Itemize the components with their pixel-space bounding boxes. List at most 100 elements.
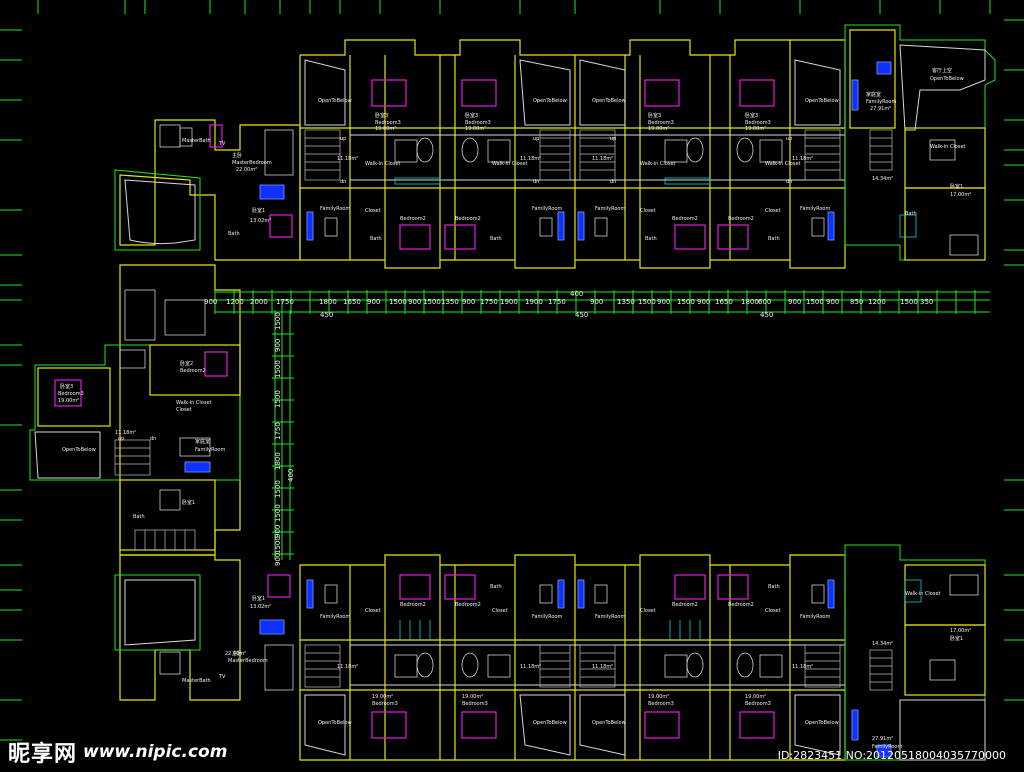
room-label: 19.00m² [372, 694, 393, 700]
dim-label: 900 [408, 298, 421, 306]
dim-label: 900 [788, 298, 801, 306]
room-label: 17.00m² [950, 192, 971, 198]
room-label: OpenToBelow [533, 720, 567, 726]
dim-total: 400 [287, 469, 295, 482]
room-label: MasterBath [182, 678, 211, 684]
room-label: OpenToBelow [318, 720, 352, 726]
room-label: MasterBedroom [228, 658, 268, 664]
room-label: Walk-in Closet [930, 144, 966, 150]
room-label: MasterBedroom [232, 160, 272, 166]
room-label: Bedroom3 [648, 701, 674, 707]
dim-label: 1750 [548, 298, 566, 306]
room-label: Bedroom2 [672, 602, 698, 608]
room-label: Bedroom2 [728, 602, 754, 608]
room-label: 卧室1 [950, 635, 963, 642]
dim-label: 1500 [900, 298, 918, 306]
room-label: 19.00m² [745, 126, 766, 132]
dim-label: 850 [850, 298, 863, 306]
room-label: up [610, 136, 616, 142]
room-label: 家庭室 [866, 91, 881, 98]
room-label: Walk-in Closet [365, 161, 401, 167]
room-label: Closet [765, 208, 781, 214]
room-label: Walk-in Closet [492, 161, 528, 167]
dim-label: 900 [274, 525, 282, 538]
room-label: Bedroom2 [455, 602, 481, 608]
room-label: Bedroom3 [462, 701, 488, 707]
room-label: 22.00m² [236, 167, 257, 173]
dim-label: 1200 [868, 298, 886, 306]
dim-total: 450 [320, 311, 333, 319]
room-label: up [118, 436, 124, 442]
room-label: dn [340, 179, 346, 185]
room-label: 14.34m² [872, 176, 893, 182]
dim-label: 1500 [677, 298, 695, 306]
room-label: MasterBath [182, 138, 211, 144]
dim-label: 1500 [274, 504, 282, 522]
room-label: 14.34m² [872, 641, 893, 647]
room-label: 19.00m² [58, 398, 79, 404]
dim-label: 900 [697, 298, 710, 306]
room-label: Closet [492, 608, 508, 614]
room-label: FamilyRoom [866, 99, 896, 105]
room-label: 11.18m² [792, 664, 813, 670]
dim-label: 1500 [274, 312, 282, 330]
dim-label: 1900 [525, 298, 543, 306]
image-id-label: ID:2823451 NO:20120518004035770000 [777, 749, 1006, 762]
room-label: dn [533, 179, 539, 185]
room-label: 卧室1 [252, 595, 265, 602]
room-label: FamilyRoom [320, 206, 350, 212]
dim-label: 1750 [274, 422, 282, 440]
room-label: Bath [905, 211, 917, 217]
room-label: Closet [640, 608, 656, 614]
dim-label: 900 [274, 553, 282, 566]
room-label: Bath [490, 236, 502, 242]
dim-label: 1750 [276, 298, 294, 306]
dim-label: 1350 [617, 298, 635, 306]
room-label: OpenToBelow [62, 447, 96, 453]
room-label: TV [218, 141, 226, 147]
room-label: Bedroom3 [372, 701, 398, 707]
dim-label: 900 [590, 298, 603, 306]
dim-label: 1900 [500, 298, 518, 306]
room-label: 卧室3 [745, 112, 758, 119]
room-label: TV [218, 674, 226, 680]
dim-label: 1800 [319, 298, 337, 306]
room-label: OpenToBelow [592, 720, 626, 726]
room-label: 11.18m² [592, 664, 613, 670]
room-label: 19.00m² [375, 126, 396, 132]
room-label: Bedroom2 [455, 216, 481, 222]
room-label: Bedroom2 [400, 602, 426, 608]
room-label: 客厅上空 [932, 67, 952, 74]
room-label: Bedroom2 [400, 216, 426, 222]
room-label: Walk-in Closet [640, 161, 676, 167]
dim-label: 900 [826, 298, 839, 306]
dim-label: 1500 [423, 298, 441, 306]
room-label: 卧室2 [180, 360, 193, 367]
dim-label: 1500 [274, 480, 282, 498]
dim-label: 900 [367, 298, 380, 306]
dim-label: 1650 [715, 298, 733, 306]
room-label: Bath [228, 231, 240, 237]
room-label: 11.18m² [337, 664, 358, 670]
room-label: 19.00m² [745, 694, 766, 700]
room-label: 卧室3 [375, 112, 388, 119]
floor-plan-drawing: 900 1200 2000 1750 1800 1650 900 1500 90… [0, 0, 1024, 772]
room-label: OpenToBelow [592, 98, 626, 104]
room-label: Closet [640, 208, 656, 214]
room-label: FamilyRoom [320, 614, 350, 620]
dim-label: 900 [657, 298, 670, 306]
room-label: 卧室1 [182, 499, 195, 506]
room-label: 27.91m² [870, 106, 891, 112]
room-label: Bedroom2 [180, 368, 206, 374]
room-label: Bedroom3 [745, 701, 771, 707]
dim-label: 900 [204, 298, 217, 306]
room-label: FamilyRoom [195, 447, 225, 453]
room-label: dn [786, 179, 792, 185]
room-label: dn [610, 179, 616, 185]
dim-label: 900 [462, 298, 475, 306]
dim-label: 2000 [250, 298, 268, 306]
room-label: 卧室3 [465, 112, 478, 119]
room-label: OpenToBelow [318, 98, 352, 104]
room-label: 主卧 [232, 152, 242, 159]
room-label: up [340, 136, 346, 142]
